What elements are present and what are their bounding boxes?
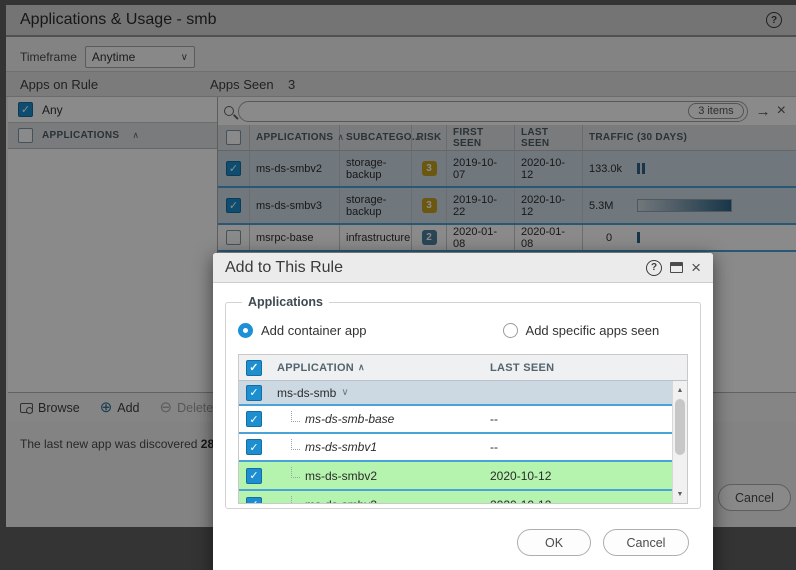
tree-connector bbox=[291, 467, 300, 478]
last-seen: 2020-10-12 bbox=[482, 469, 687, 483]
scroll-down-icon[interactable] bbox=[673, 487, 687, 501]
last-seen: -- bbox=[482, 440, 687, 454]
dialog-titlebar: Add to This Rule bbox=[213, 253, 713, 283]
row-checkbox[interactable] bbox=[246, 468, 262, 484]
row-checkbox[interactable] bbox=[246, 411, 262, 427]
close-icon[interactable] bbox=[691, 259, 701, 276]
app-row[interactable]: ms-ds-smb-base -- bbox=[239, 406, 687, 434]
radio-selected-icon[interactable] bbox=[238, 323, 253, 338]
app-name: ms-ds-smb-base bbox=[305, 412, 394, 426]
app-row-container[interactable]: ms-ds-smb bbox=[239, 381, 687, 406]
maximize-icon[interactable] bbox=[670, 262, 683, 273]
app-row[interactable]: ms-ds-smbv2 2020-10-12 bbox=[239, 462, 687, 491]
scrollbar-thumb[interactable] bbox=[675, 399, 685, 455]
fieldset-legend: Applications bbox=[242, 295, 329, 309]
applications-fieldset: Applications Add container app Add speci… bbox=[225, 295, 701, 509]
row-checkbox[interactable] bbox=[246, 385, 262, 401]
radio-row: Add container app Add specific apps seen bbox=[238, 323, 688, 338]
dialog-app-table: APPLICATION LAST SEEN ms-ds-smb bbox=[238, 354, 688, 504]
ok-button[interactable]: OK bbox=[517, 529, 591, 556]
chevron-down-icon[interactable] bbox=[341, 387, 348, 398]
app-name: ms-ds-smbv3 bbox=[305, 498, 377, 505]
app-name: ms-ds-smbv2 bbox=[305, 469, 377, 483]
app-name: ms-ds-smb bbox=[277, 386, 336, 400]
dialog-cancel-button[interactable]: Cancel bbox=[603, 529, 689, 556]
dialog-table-header: APPLICATION LAST SEEN bbox=[239, 355, 687, 381]
app-name: ms-ds-smbv1 bbox=[305, 440, 377, 454]
tree-connector bbox=[291, 439, 300, 450]
dialog-title: Add to This Rule bbox=[225, 259, 343, 277]
tree-connector bbox=[291, 496, 300, 504]
radio-add-specific-apps[interactable]: Add specific apps seen bbox=[503, 323, 660, 338]
dialog-scrollbar[interactable] bbox=[672, 381, 687, 503]
row-checkbox[interactable] bbox=[246, 497, 262, 505]
radio-add-container-app[interactable]: Add container app bbox=[238, 323, 367, 338]
last-seen: 2020-10-12 bbox=[482, 498, 687, 505]
dialog-select-all-checkbox[interactable] bbox=[246, 360, 262, 376]
dialog-table-body: ms-ds-smb ms-ds-smb-base -- bbox=[239, 381, 687, 504]
col-last-seen[interactable]: LAST SEEN bbox=[482, 362, 687, 374]
tree-connector bbox=[291, 411, 300, 422]
col-application[interactable]: APPLICATION bbox=[269, 362, 482, 374]
dialog-button-row: OK Cancel bbox=[213, 529, 713, 556]
radio-unselected-icon[interactable] bbox=[503, 323, 518, 338]
row-checkbox[interactable] bbox=[246, 439, 262, 455]
app-row[interactable]: ms-ds-smbv3 2020-10-12 bbox=[239, 491, 687, 504]
add-to-rule-dialog: Add to This Rule Applications Add contai… bbox=[213, 253, 713, 570]
screen: Applications & Usage - smb Timeframe Any… bbox=[0, 0, 796, 570]
last-seen: -- bbox=[482, 412, 687, 426]
app-row[interactable]: ms-ds-smbv1 -- bbox=[239, 434, 687, 462]
scroll-up-icon[interactable] bbox=[673, 383, 687, 397]
help-icon[interactable] bbox=[646, 260, 662, 276]
sort-asc-icon bbox=[358, 362, 365, 373]
